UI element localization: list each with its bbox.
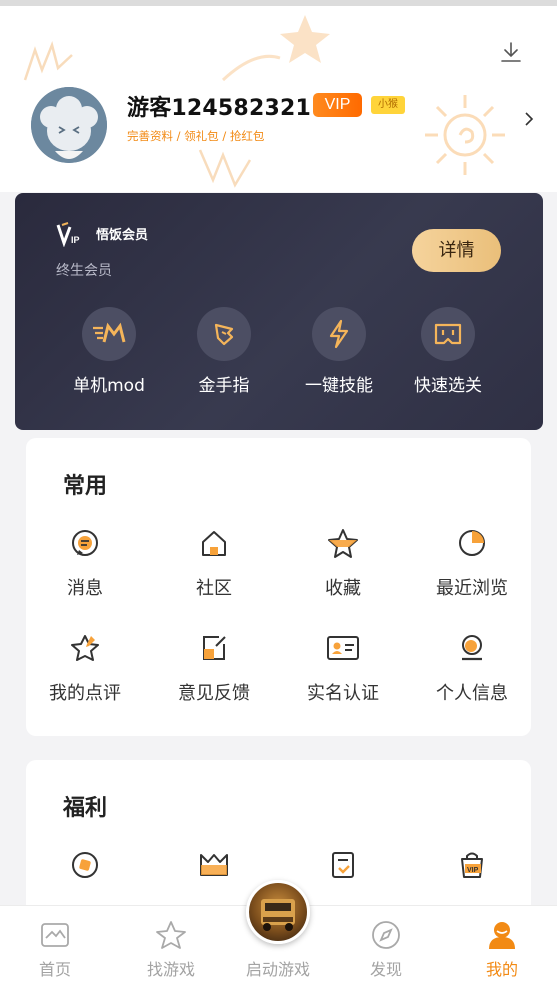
common-item-message[interactable]: 消息 xyxy=(26,526,149,600)
vip-bag-icon: VIP xyxy=(461,852,483,878)
id-card-icon xyxy=(327,636,359,660)
common-item-community[interactable]: 社区 xyxy=(150,526,278,600)
chevron-right-icon[interactable] xyxy=(523,110,535,128)
common-section: 常用 消息 社区 收藏 最近浏览 我的点评 意见反馈 实名认证 个人信息 xyxy=(26,438,531,736)
tab-label: 发现 xyxy=(369,960,402,979)
review-star-icon xyxy=(71,635,99,661)
perk-level-select[interactable]: 快速选关 xyxy=(388,307,508,396)
vip-card-subtitle: 终生会员 xyxy=(56,263,112,279)
username[interactable]: 游客124582321 xyxy=(127,90,311,122)
vip-card: IP 悟饭会员 终生会员 详情 单机mod 金手指 一键技能 快速选关 xyxy=(15,193,543,430)
recent-icon xyxy=(459,530,485,556)
common-item-favorite[interactable]: 收藏 xyxy=(279,526,407,600)
item-label: 社区 xyxy=(196,578,232,599)
section-title: 常用 xyxy=(63,474,108,499)
item-label: 意见反馈 xyxy=(178,683,250,704)
avatar[interactable] xyxy=(31,87,107,163)
user-icon xyxy=(489,922,515,949)
tab-mine[interactable]: 我的 xyxy=(447,906,557,980)
profile-header: 游客124582321 VIP 小猴 完善资料 / 领礼包 / 抢红包 xyxy=(0,0,557,192)
community-icon xyxy=(202,531,226,556)
tab-label-launch-game[interactable]: 启动游戏 xyxy=(228,956,328,980)
tab-home[interactable]: 首页 xyxy=(0,906,110,980)
perk-label: 单机mod xyxy=(73,376,145,396)
launch-game-icon xyxy=(261,899,295,931)
personal-info-icon xyxy=(462,635,482,661)
vip-badge: VIP xyxy=(313,93,362,117)
section-title: 福利 xyxy=(63,796,108,821)
tab-find-game[interactable]: 找游戏 xyxy=(116,906,226,980)
welfare-item[interactable]: VIP xyxy=(408,848,531,882)
common-item-personal-info[interactable]: 个人信息 xyxy=(408,631,531,705)
profile-links[interactable]: 完善资料 / 领礼包 / 抢红包 xyxy=(127,128,264,144)
compass-icon xyxy=(372,921,400,949)
decor-sparkle-icon xyxy=(23,41,73,81)
decor-sparkle-icon xyxy=(198,149,252,188)
vip-detail-button[interactable]: 详情 xyxy=(412,229,501,272)
svg-text:IP: IP xyxy=(71,235,80,245)
welfare-item[interactable] xyxy=(279,848,407,882)
perk-circle xyxy=(421,307,475,361)
coin-icon xyxy=(72,852,98,878)
perk-one-key-skill[interactable]: 一键技能 xyxy=(279,307,399,396)
download-icon[interactable] xyxy=(499,40,523,64)
lightning-icon xyxy=(329,319,349,349)
welfare-item[interactable] xyxy=(26,848,149,882)
perk-label: 快速选关 xyxy=(414,376,482,396)
welfare-item[interactable] xyxy=(150,848,278,882)
perk-label: 一键技能 xyxy=(305,376,373,396)
decor-sun-icon xyxy=(425,95,505,175)
item-label: 最近浏览 xyxy=(436,578,508,599)
favorite-star-icon xyxy=(328,529,358,558)
mod-icon xyxy=(93,322,126,343)
guest-avatar-icon xyxy=(31,87,107,163)
launch-game-button[interactable] xyxy=(246,880,310,944)
tab-label: 首页 xyxy=(38,960,71,979)
item-label: 收藏 xyxy=(325,578,361,599)
status-bar xyxy=(0,0,557,6)
item-label: 消息 xyxy=(67,578,103,599)
perk-circle xyxy=(197,307,251,361)
document-icon xyxy=(332,852,354,878)
level-badge: 小猴 xyxy=(371,96,405,114)
crown-box-icon xyxy=(200,854,228,876)
perk-golden-finger[interactable]: 金手指 xyxy=(164,307,284,396)
perk-circle xyxy=(312,307,366,361)
vip-logo-icon: IP xyxy=(56,222,80,247)
tab-discover[interactable]: 发现 xyxy=(331,906,441,980)
level-select-icon xyxy=(434,323,462,345)
vip-card-title: 悟饭会员 xyxy=(96,228,149,243)
perk-label: 金手指 xyxy=(198,376,250,396)
feedback-icon xyxy=(203,636,226,660)
perk-circle xyxy=(82,307,136,361)
home-icon xyxy=(41,923,69,947)
decor-star-icon xyxy=(221,15,330,82)
item-label: 个人信息 xyxy=(436,683,508,704)
tab-label: 找游戏 xyxy=(146,960,195,979)
common-item-review[interactable]: 我的点评 xyxy=(26,631,149,705)
star-icon xyxy=(156,921,186,949)
common-item-feedback[interactable]: 意见反馈 xyxy=(150,631,278,705)
item-label: 实名认证 xyxy=(307,683,379,704)
common-item-recent[interactable]: 最近浏览 xyxy=(408,526,531,600)
golden-finger-icon xyxy=(214,323,234,346)
svg-text:VIP: VIP xyxy=(467,867,479,874)
message-icon xyxy=(72,530,98,556)
item-label: 我的点评 xyxy=(49,683,121,704)
common-item-real-name[interactable]: 实名认证 xyxy=(279,631,407,705)
perk-single-mod[interactable]: 单机mod xyxy=(49,307,169,396)
tab-label: 我的 xyxy=(485,960,518,979)
